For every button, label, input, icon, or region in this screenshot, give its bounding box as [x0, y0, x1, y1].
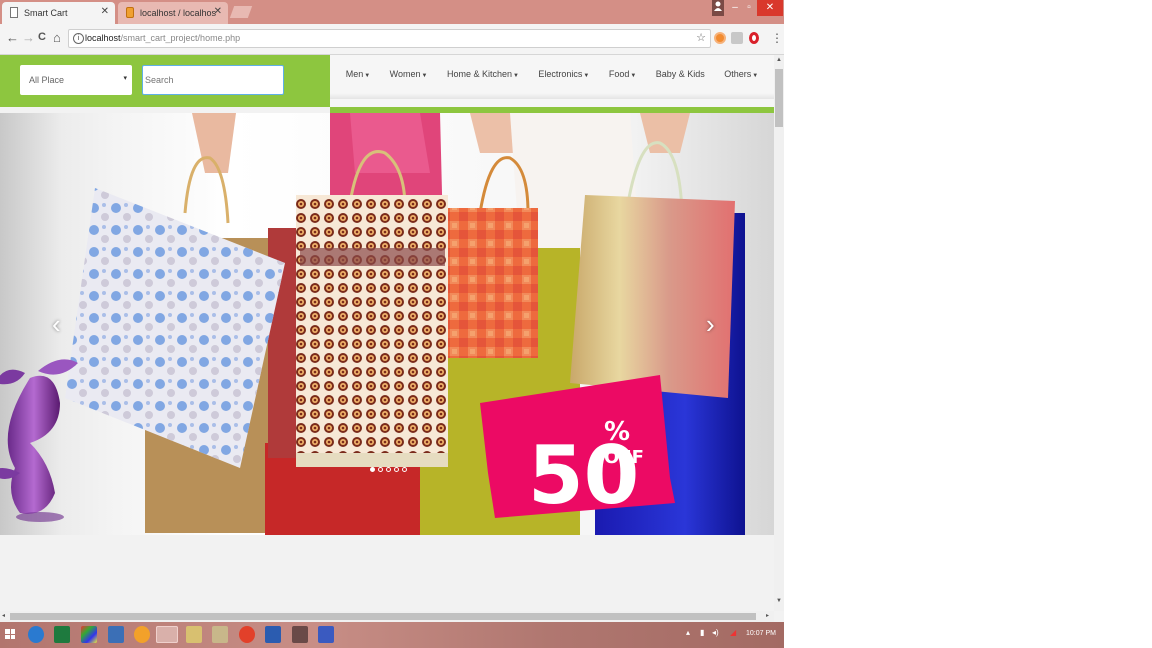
excel-icon[interactable] — [54, 626, 70, 643]
opera-icon[interactable] — [749, 32, 759, 44]
taskbar-clock[interactable]: 10:07 PM — [746, 630, 776, 637]
horizontal-scrollbar[interactable]: ◂ ▸ — [0, 611, 774, 622]
app-icon[interactable] — [318, 626, 334, 643]
scroll-up-icon[interactable]: ▲ — [774, 57, 784, 63]
firefox-icon[interactable] — [134, 626, 150, 643]
chrome-taskbar-button[interactable] — [156, 626, 178, 643]
tab-close-icon[interactable]: ✕ — [101, 6, 109, 17]
vertical-scrollbar[interactable]: ▲ ▼ — [774, 55, 784, 611]
internet-explorer-icon[interactable] — [28, 626, 44, 643]
back-icon[interactable]: ← — [6, 30, 19, 45]
scroll-left-icon[interactable]: ◂ — [2, 612, 5, 619]
notes-icon[interactable] — [212, 626, 228, 643]
menu-label: Men — [345, 69, 364, 79]
carousel-indicators — [370, 467, 407, 472]
category-menu: Men▼ Women▼ Home & Kitchen▼ Electronics▼… — [330, 55, 774, 93]
caret-icon: ▼ — [364, 73, 371, 79]
info-icon[interactable]: i — [73, 33, 84, 44]
app-icon[interactable] — [108, 626, 124, 643]
promo-off: OFF — [604, 447, 644, 468]
menu-label: Food — [608, 69, 630, 79]
browser-toolbar: ← → C ⌂ i localhost/smart_cart_project/h… — [0, 24, 784, 55]
carousel-indicator-dot[interactable] — [378, 467, 383, 472]
paint-icon[interactable] — [81, 626, 97, 643]
windows-taskbar: ▴ ▮ ◂) ◢ 10:07 PM — [0, 622, 784, 648]
caret-icon: ▼ — [512, 73, 519, 79]
user-profile-icon[interactable] — [712, 0, 724, 16]
menu-label: Women — [389, 69, 421, 79]
extension-icon[interactable] — [714, 32, 726, 44]
extension-icon[interactable] — [731, 32, 743, 44]
url-text: localhost/smart_cart_project/home.php — [85, 33, 240, 43]
chevron-down-icon: ▾ — [123, 75, 127, 82]
tray-up-icon[interactable]: ▴ — [686, 628, 690, 637]
menu-item-women[interactable]: Women▼ — [390, 69, 428, 79]
url-host: localhost — [85, 33, 121, 43]
tab-smart-cart[interactable]: Smart Cart ✕ — [2, 2, 115, 24]
windows-start-icon[interactable] — [5, 629, 15, 639]
snipping-tool-icon[interactable] — [292, 626, 308, 643]
forward-icon[interactable]: → — [22, 30, 35, 45]
site-header-menu: Men▼ Women▼ Home & Kitchen▼ Electronics▼… — [330, 55, 774, 107]
caret-icon: ▼ — [752, 73, 759, 79]
browser-menu-icon[interactable]: ⋮ — [771, 31, 783, 45]
search-input[interactable] — [142, 65, 284, 95]
carousel-next-arrow[interactable]: › — [706, 311, 715, 337]
browser-window: Smart Cart ✕ localhost / localhost | php… — [0, 0, 784, 648]
volume-icon[interactable]: ◂) — [712, 628, 719, 637]
hero-carousel: 50 % OFF ‹ › — [0, 113, 774, 535]
address-bar[interactable]: i localhost/smart_cart_project/home.php … — [68, 29, 711, 48]
tab-title: localhost / localhost | php — [140, 8, 216, 18]
caret-icon: ▼ — [421, 73, 428, 79]
promo-percent: % — [604, 417, 630, 447]
tab-title: Smart Cart — [24, 8, 68, 18]
scroll-down-icon[interactable]: ▼ — [774, 598, 784, 604]
site-header-search: All Place ▾ — [0, 55, 330, 107]
phpmyadmin-icon — [126, 7, 134, 18]
menu-label: Electronics — [538, 69, 583, 79]
word-icon[interactable] — [265, 626, 281, 643]
home-icon[interactable]: ⌂ — [53, 30, 61, 45]
bookmark-star-icon[interactable]: ☆ — [696, 31, 706, 44]
reload-icon[interactable]: C — [38, 31, 46, 43]
scroll-right-icon[interactable]: ▸ — [766, 612, 769, 619]
menu-item-men[interactable]: Men▼ — [346, 69, 370, 79]
tab-strip: Smart Cart ✕ localhost / localhost | php… — [0, 0, 784, 24]
carousel-indicator-dot[interactable] — [402, 467, 407, 472]
new-tab-button[interactable] — [229, 6, 253, 18]
carousel-indicator-dot[interactable] — [370, 467, 375, 472]
url-path: /smart_cart_project/home.php — [120, 33, 241, 43]
window-close-button[interactable]: ✕ — [757, 0, 783, 16]
page-icon — [10, 7, 18, 18]
place-select-value: All Place — [29, 75, 65, 85]
menu-item-baby-kids[interactable]: Baby & Kids — [656, 69, 705, 79]
caret-icon: ▼ — [630, 73, 637, 79]
carousel-prev-arrow[interactable]: ‹ — [52, 311, 61, 337]
carousel-indicator-dot[interactable] — [394, 467, 399, 472]
network-icon[interactable]: ◢ — [730, 628, 736, 637]
minimize-button[interactable]: – — [728, 0, 742, 16]
menu-item-electronics[interactable]: Electronics▼ — [538, 69, 589, 79]
maximize-button[interactable]: ▫ — [742, 0, 756, 16]
header-divider — [330, 93, 774, 99]
menu-label: Baby & Kids — [655, 69, 705, 79]
file-explorer-icon[interactable] — [186, 626, 202, 643]
menu-item-others[interactable]: Others▼ — [724, 69, 758, 79]
tab-phpmyadmin[interactable]: localhost / localhost | php ✕ — [118, 2, 228, 24]
menu-label: Others — [724, 69, 752, 79]
scroll-thumb[interactable] — [775, 69, 783, 127]
scroll-thumb[interactable] — [10, 613, 756, 620]
caret-icon: ▼ — [583, 73, 590, 79]
opera-icon[interactable] — [239, 626, 255, 643]
page-content-area — [0, 535, 774, 611]
place-select[interactable]: All Place ▾ — [20, 65, 132, 95]
battery-icon[interactable]: ▮ — [700, 628, 704, 637]
menu-item-food[interactable]: Food▼ — [609, 69, 636, 79]
carousel-indicator-dot[interactable] — [386, 467, 391, 472]
tab-close-icon[interactable]: ✕ — [214, 6, 222, 17]
menu-item-home-kitchen[interactable]: Home & Kitchen▼ — [447, 69, 519, 79]
menu-label: Home & Kitchen — [446, 69, 512, 79]
